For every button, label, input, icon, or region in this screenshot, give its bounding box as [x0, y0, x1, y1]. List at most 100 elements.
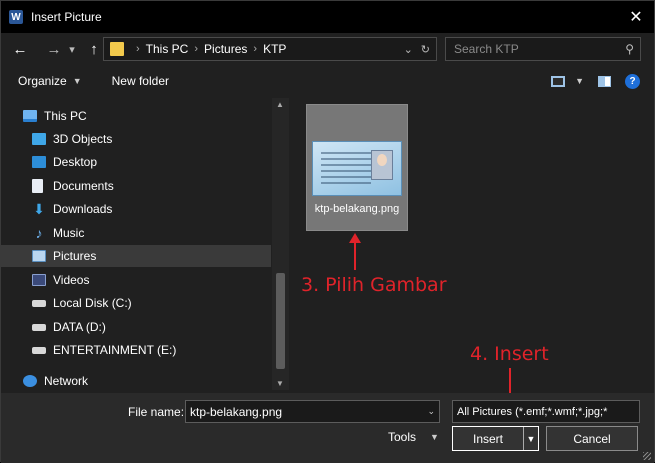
cancel-button[interactable]: Cancel — [546, 426, 638, 451]
file-name-label: File name: — [128, 405, 185, 419]
close-icon: ✕ — [629, 9, 643, 26]
sidebar-item-label: ENTERTAINMENT (E:) — [53, 343, 177, 357]
id-card-thumbnail — [312, 141, 402, 196]
sidebar-item-network[interactable]: Network — [23, 370, 88, 392]
search-input[interactable]: Search KTP ⚲ — [445, 37, 641, 61]
chevron-down-icon[interactable]: ⌄ — [427, 406, 435, 417]
refresh-icon[interactable]: ↻ — [421, 43, 430, 56]
breadcrumb-this-pc[interactable]: This PC — [146, 42, 189, 56]
search-icon[interactable]: ⚲ — [625, 42, 634, 56]
address-dropdown-icon[interactable]: ⌄ — [404, 43, 413, 56]
back-arrow-icon: ← — [12, 40, 28, 58]
chevron-down-icon: ▾ — [69, 43, 75, 56]
drive-icon — [32, 299, 46, 307]
resize-grip-icon[interactable] — [643, 452, 651, 460]
videos-icon — [32, 274, 46, 286]
pc-icon — [23, 110, 37, 122]
navigation-bar: ← → ▾ ↑ › This PC › Pictures › KTP ⌄ ↻ S… — [1, 33, 654, 65]
chevron-down-icon: ▼ — [430, 432, 439, 442]
desktop-icon — [32, 156, 46, 168]
sidebar-item-label: Videos — [53, 273, 90, 287]
breadcrumb-pictures[interactable]: Pictures — [204, 42, 247, 56]
sidebar-item-this-pc[interactable]: This PC — [23, 105, 87, 127]
breadcrumb-separator-icon: › — [194, 43, 199, 55]
cancel-label: Cancel — [573, 431, 611, 446]
pictures-icon — [32, 250, 46, 262]
breadcrumb-ktp[interactable]: KTP — [263, 42, 286, 56]
insert-label: Insert — [472, 431, 503, 446]
scrollbar-thumb[interactable] — [276, 273, 285, 369]
tools-button[interactable]: Tools ▼ — [388, 430, 439, 444]
file-selection-panel: File name: ktp-belakang.png ⌄ All Pictur… — [1, 393, 654, 463]
sidebar-item-label: Network — [44, 374, 89, 388]
word-app-icon: W — [9, 10, 23, 24]
organize-label: Organize — [18, 74, 67, 88]
network-icon — [23, 375, 37, 387]
recent-locations-button[interactable]: ▾ — [65, 38, 79, 60]
file-type-select[interactable]: All Pictures (*.emf;*.wmf;*.jpg;* — [452, 400, 640, 423]
up-button[interactable]: ↑ — [83, 38, 105, 60]
command-toolbar: Organize ▼ New folder ▼ ? — [1, 67, 654, 95]
sidebar-item-label: 3D Objects — [53, 132, 113, 146]
annotation-arrow-line — [354, 242, 356, 270]
forward-arrow-icon: → — [46, 40, 62, 58]
download-icon: ⬇ — [33, 200, 45, 217]
annotation-step-3: 3. Pilih Gambar — [301, 274, 447, 296]
sidebar-item-pictures[interactable]: Pictures — [1, 245, 271, 267]
sidebar-item-data-d[interactable]: DATA (D:) — [32, 316, 106, 338]
insert-picture-dialog: W Insert Picture ✕ ← → ▾ ↑ › This PC › P… — [0, 0, 655, 463]
new-folder-button[interactable]: New folder — [112, 74, 169, 88]
chevron-down-icon: ▼ — [575, 76, 584, 86]
insert-button[interactable]: Insert ▼ — [452, 426, 539, 451]
breadcrumb-separator-icon: › — [136, 43, 140, 55]
preview-pane-icon[interactable] — [598, 75, 611, 87]
music-icon: ♪ — [35, 225, 43, 241]
sidebar-item-3d-objects[interactable]: 3D Objects — [32, 128, 112, 150]
scroll-down-icon[interactable]: ▼ — [276, 379, 284, 388]
up-arrow-icon: ↑ — [90, 40, 98, 58]
sidebar-item-label: Documents — [53, 179, 114, 193]
view-icon — [551, 75, 566, 87]
file-name-value: ktp-belakang.png — [190, 404, 283, 419]
insert-options-dropdown[interactable]: ▼ — [523, 427, 538, 450]
sidebar-item-videos[interactable]: Videos — [32, 269, 89, 291]
file-name-field[interactable]: ktp-belakang.png ⌄ — [185, 400, 440, 423]
annotation-step-4: 4. Insert — [470, 343, 549, 365]
navigation-pane: This PC 3D Objects Desktop Documents ⬇ D… — [1, 98, 289, 394]
organize-button[interactable]: Organize ▼ — [18, 74, 82, 88]
sidebar-item-documents[interactable]: Documents — [32, 175, 114, 197]
sidebar-item-label: Local Disk (C:) — [53, 296, 132, 310]
sidebar-scrollbar[interactable]: ▲ ▼ — [272, 98, 289, 390]
sidebar-item-downloads[interactable]: ⬇ Downloads — [32, 198, 112, 220]
documents-icon — [32, 179, 43, 193]
breadcrumb-separator-icon: › — [253, 43, 258, 55]
sidebar-item-label: Desktop — [53, 155, 98, 169]
address-bar[interactable]: › This PC › Pictures › KTP ⌄ ↻ — [103, 37, 437, 61]
cube-icon — [32, 133, 46, 145]
sidebar-item-local-disk-c[interactable]: Local Disk (C:) — [32, 292, 132, 314]
sidebar-item-desktop[interactable]: Desktop — [32, 151, 97, 173]
change-view-button[interactable]: ▼ — [551, 75, 584, 87]
sidebar-item-entertainment-e[interactable]: ENTERTAINMENT (E:) — [32, 339, 176, 361]
sidebar-item-label: Downloads — [53, 202, 113, 216]
new-folder-label: New folder — [111, 74, 169, 88]
forward-button[interactable]: → — [43, 38, 65, 60]
sidebar-item-label: DATA (D:) — [53, 320, 106, 334]
help-icon[interactable]: ? — [625, 73, 640, 89]
file-type-value: All Pictures (*.emf;*.wmf;*.jpg;* — [457, 405, 608, 418]
window-title: Insert Picture — [31, 10, 102, 24]
back-button[interactable]: ← — [9, 38, 31, 60]
title-bar: W Insert Picture ✕ — [1, 1, 654, 33]
sidebar-item-music[interactable]: ♪ Music — [32, 222, 85, 244]
sidebar-item-label: Pictures — [53, 249, 97, 263]
scroll-up-icon[interactable]: ▲ — [276, 100, 284, 109]
sidebar-item-label: Music — [53, 226, 85, 240]
search-placeholder: Search KTP — [454, 42, 519, 56]
drive-icon — [32, 323, 46, 331]
tools-label: Tools — [388, 430, 417, 444]
drive-icon — [32, 346, 46, 354]
file-list: ktp-belakang.png 3. Pilih Gambar 4. Inse… — [292, 98, 654, 390]
file-item[interactable]: ktp-belakang.png — [306, 104, 408, 231]
chevron-down-icon: ▼ — [72, 76, 82, 86]
close-button[interactable]: ✕ — [624, 5, 648, 29]
